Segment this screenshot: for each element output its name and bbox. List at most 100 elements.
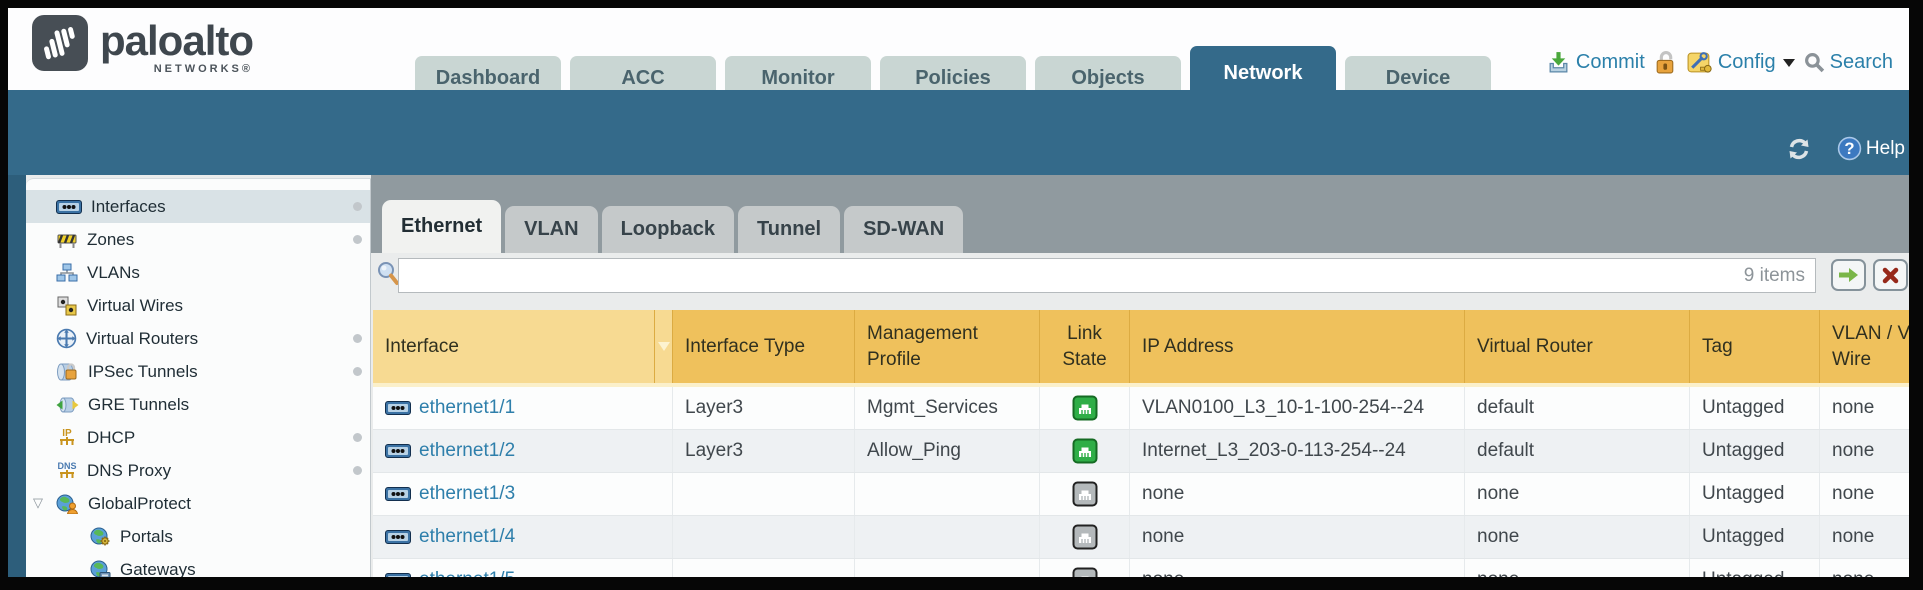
- cell-tag: Untagged: [1690, 430, 1820, 472]
- app-window: paloalto NETWORKS® Dashboard ACC Monitor…: [8, 8, 1909, 577]
- items-count: 9 items: [1744, 265, 1805, 287]
- link-state-down-icon[interactable]: [1072, 567, 1098, 577]
- dhcp-icon: IP: [56, 427, 78, 448]
- help-icon: ?: [1837, 136, 1862, 161]
- cell-management-profile: [855, 516, 1040, 558]
- sidebar-item-vlans[interactable]: VLANs: [26, 256, 370, 289]
- ethernet-port-icon: [385, 572, 411, 577]
- sidebar-item-zones[interactable]: Zones: [26, 223, 370, 256]
- paloalto-logo-icon: [32, 15, 88, 71]
- interface-link[interactable]: ethernet1/4: [419, 526, 515, 548]
- sidebar-item-ipsec-tunnels[interactable]: IPSec Tunnels: [26, 355, 370, 388]
- sidebar-item-portals[interactable]: Portals: [26, 520, 370, 553]
- cell-ip-address: none: [1130, 559, 1465, 577]
- sidebar-item-label: DHCP: [87, 428, 135, 448]
- refresh-icon[interactable]: [1786, 137, 1812, 161]
- ethernet-port-icon: [385, 400, 411, 416]
- column-header-management-profile[interactable]: Management Profile: [855, 310, 1040, 383]
- content-area: Ethernet VLAN Loopback Tunnel SD-WAN 9 i…: [371, 175, 1909, 577]
- sidebar-item-gateways[interactable]: Gateways: [26, 553, 370, 577]
- sidebar-item-virtual-routers[interactable]: Virtual Routers: [26, 322, 370, 355]
- caret-down-icon: [1783, 59, 1795, 67]
- cell-ip-address: none: [1130, 473, 1465, 515]
- secondary-bar: ? Help: [8, 90, 1909, 175]
- lock-icon[interactable]: [1654, 50, 1677, 75]
- cell-management-profile: Mgmt_Services: [855, 387, 1040, 429]
- search-button[interactable]: Search: [1804, 51, 1893, 74]
- subtab-vlan[interactable]: VLAN: [505, 206, 597, 253]
- interface-link[interactable]: ethernet1/5: [419, 569, 515, 577]
- column-header-link-state[interactable]: Link State: [1040, 310, 1130, 383]
- cell-tag: Untagged: [1690, 387, 1820, 429]
- sidebar-item-label: Portals: [120, 527, 173, 547]
- virtual-routers-icon: [56, 328, 77, 349]
- sidebar-item-label: GRE Tunnels: [88, 395, 189, 415]
- tab-network[interactable]: Network: [1190, 46, 1336, 100]
- sidebar-item-gre-tunnels[interactable]: GRE Tunnels: [26, 388, 370, 421]
- link-state-down-icon[interactable]: [1072, 481, 1098, 507]
- sidebar-item-interfaces[interactable]: Interfaces: [26, 190, 370, 223]
- sidebar-item-virtual-wires[interactable]: Virtual Wires: [26, 289, 370, 322]
- filter-input[interactable]: 9 items: [398, 258, 1816, 293]
- expand-caret-icon[interactable]: ▽: [33, 495, 43, 511]
- help-label: Help: [1866, 138, 1905, 160]
- filter-search-icon: [376, 261, 400, 287]
- portals-icon: [90, 527, 111, 547]
- subtab-loopback[interactable]: Loopback: [602, 206, 734, 253]
- config-menu[interactable]: Config: [1686, 50, 1795, 75]
- svg-text:?: ?: [1844, 139, 1854, 158]
- column-header-vlan-virtual-wire[interactable]: VLAN / V Wire: [1820, 310, 1909, 383]
- cell-ip-address: none: [1130, 516, 1465, 558]
- link-state-down-icon[interactable]: [1072, 524, 1098, 550]
- subtab-ethernet[interactable]: Ethernet: [382, 200, 501, 253]
- dns-proxy-icon: DNS: [56, 460, 78, 481]
- sidebar-item-label: Zones: [87, 230, 134, 250]
- link-state-up-icon[interactable]: [1072, 395, 1098, 421]
- cell-interface-type: Layer3: [673, 387, 855, 429]
- cell-vlan: none: [1820, 473, 1909, 515]
- column-header-interface-type[interactable]: Interface Type: [673, 310, 855, 383]
- cell-virtual-router: none: [1465, 516, 1690, 558]
- commit-icon: [1546, 50, 1571, 75]
- column-header-vlan-line1: VLAN / V: [1832, 321, 1909, 347]
- help-button[interactable]: ? Help: [1837, 136, 1905, 161]
- commit-button[interactable]: Commit: [1546, 50, 1645, 75]
- cell-management-profile: [855, 473, 1040, 515]
- cell-management-profile: [855, 559, 1040, 577]
- link-state-up-icon[interactable]: [1072, 438, 1098, 464]
- ethernet-port-icon: [385, 529, 411, 545]
- cell-interface-type: Layer3: [673, 430, 855, 472]
- table-row: ethernet1/1 Layer3 Mgmt_Services VLAN010…: [373, 387, 1909, 430]
- sidebar-item-dhcp[interactable]: IP DHCP: [26, 421, 370, 454]
- interface-link[interactable]: ethernet1/3: [419, 483, 515, 505]
- cell-tag: Untagged: [1690, 516, 1820, 558]
- cell-virtual-router: none: [1465, 559, 1690, 577]
- interface-link[interactable]: ethernet1/2: [419, 440, 515, 462]
- column-header-ip-address[interactable]: IP Address: [1130, 310, 1465, 383]
- table-header-row: Interface Interface Type Management Prof…: [373, 310, 1909, 383]
- interface-link[interactable]: ethernet1/1: [419, 397, 515, 419]
- sidebar-item-label: Virtual Routers: [86, 329, 198, 349]
- apply-filter-button[interactable]: [1831, 259, 1866, 291]
- column-header-tag[interactable]: Tag: [1690, 310, 1820, 383]
- cell-tag: Untagged: [1690, 559, 1820, 577]
- sidebar-item-globalprotect[interactable]: ▽ GlobalProtect: [26, 487, 370, 520]
- clear-filter-button[interactable]: [1873, 259, 1908, 291]
- subtab-sdwan[interactable]: SD-WAN: [844, 206, 963, 253]
- column-header-interface[interactable]: Interface: [373, 310, 655, 383]
- sidebar-item-label: VLANs: [87, 263, 140, 283]
- sort-arrow[interactable]: [655, 310, 673, 383]
- column-header-virtual-router[interactable]: Virtual Router: [1465, 310, 1690, 383]
- subtab-tunnel[interactable]: Tunnel: [738, 206, 840, 253]
- ethernet-port-icon: [385, 443, 411, 459]
- cell-vlan: none: [1820, 387, 1909, 429]
- sidebar-item-dns-proxy[interactable]: DNS DNS Proxy: [26, 454, 370, 487]
- item-dot: [353, 466, 362, 475]
- sidebar-item-label: Gateways: [120, 560, 196, 578]
- zones-icon: [56, 230, 78, 250]
- cell-virtual-router: none: [1465, 473, 1690, 515]
- ipsec-tunnels-icon: [56, 362, 79, 382]
- top-header: paloalto NETWORKS® Dashboard ACC Monitor…: [8, 8, 1909, 90]
- cell-interface-type: [673, 559, 855, 577]
- cell-management-profile: Allow_Ping: [855, 430, 1040, 472]
